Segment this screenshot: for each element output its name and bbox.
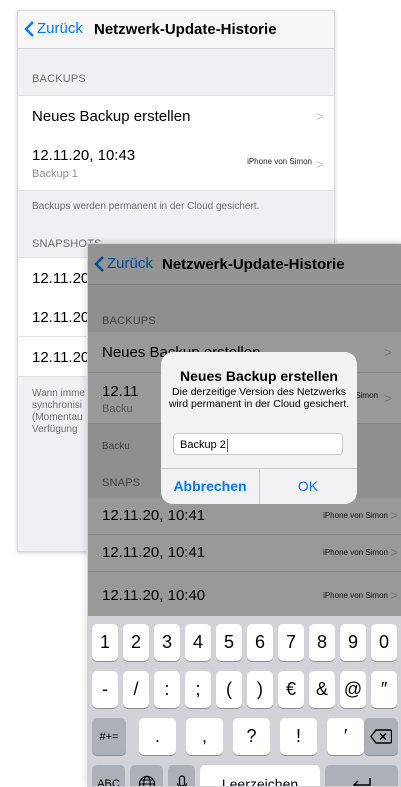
backup-name: Backup 1: [32, 168, 78, 180]
backspace-icon: [370, 729, 392, 744]
key-slash[interactable]: /: [123, 671, 149, 708]
nav-bar: Zurück Netzwerk-Update-Historie: [18, 11, 334, 49]
delete-key[interactable]: [364, 718, 398, 755]
new-backup-row[interactable]: Neues Backup erstellen >: [18, 95, 334, 139]
key-9[interactable]: 9: [340, 624, 366, 661]
backups-footer-note: Backups werden permanent in der Cloud ge…: [32, 201, 259, 213]
snapshots-footer-line: Wann imme: [32, 388, 85, 400]
dialog-message: Die derzeitige Version des Netzwerks wir…: [167, 386, 351, 410]
symbols-mode-key[interactable]: #+=: [92, 718, 126, 755]
return-key[interactable]: [325, 765, 398, 787]
snapshots-footer-line: (Momentau: [32, 412, 83, 424]
key-3[interactable]: 3: [154, 624, 180, 661]
chevron-left-icon: [24, 21, 35, 37]
key-prime[interactable]: ′: [327, 718, 364, 755]
page-title: Netzwerk-Update-Historie: [94, 21, 277, 38]
key-6[interactable]: 6: [247, 624, 273, 661]
key-double-prime[interactable]: ″: [371, 671, 397, 708]
key-2[interactable]: 2: [123, 624, 149, 661]
dictation-key[interactable]: [168, 765, 195, 787]
key-at[interactable]: @: [340, 671, 366, 708]
dialog-message-line: wird permanent in der Cloud gesichert.: [167, 398, 351, 410]
key-question[interactable]: ?: [233, 718, 270, 755]
return-icon: [351, 777, 373, 787]
key-open-paren[interactable]: (: [216, 671, 242, 708]
snapshot-date: 12.11.20,: [32, 309, 93, 326]
key-euro[interactable]: €: [278, 671, 304, 708]
key-5[interactable]: 5: [216, 624, 242, 661]
snapshots-footer-line: synchronisi: [32, 400, 82, 412]
key-period[interactable]: .: [139, 718, 176, 755]
key-colon[interactable]: :: [154, 671, 180, 708]
snapshot-date: 12.11.20,: [32, 270, 93, 287]
backup-name-value: Backup 2: [180, 439, 226, 451]
dialog-title: Neues Backup erstellen: [161, 368, 357, 384]
key-8[interactable]: 8: [309, 624, 335, 661]
key-0[interactable]: 0: [371, 624, 397, 661]
keyboard: 1 2 3 4 5 6 7 8 9 0 - / : ; ( ) € & @ ″ …: [88, 616, 401, 786]
back-label: Zurück: [37, 20, 83, 37]
key-semicolon[interactable]: ;: [185, 671, 211, 708]
snapshot-date: 12.11.20,: [32, 349, 93, 366]
new-backup-dialog: Neues Backup erstellen Die derzeitige Ve…: [161, 352, 357, 504]
backup-date: 12.11.20, 10:43: [32, 147, 135, 164]
backup-name-input[interactable]: Backup 2: [173, 433, 343, 455]
text-caret: [227, 439, 228, 452]
key-hyphen[interactable]: -: [92, 671, 118, 708]
backups-section-header: BACKUPS: [32, 73, 86, 85]
globe-icon: [138, 775, 156, 787]
key-1[interactable]: 1: [92, 624, 118, 661]
cancel-button[interactable]: Abbrechen: [161, 468, 259, 504]
foreground-screenshot: Zurück Netzwerk-Update-Historie BACKUPS …: [87, 243, 401, 787]
globe-key[interactable]: [130, 765, 163, 787]
abc-key[interactable]: ABC: [92, 765, 125, 787]
key-ampersand[interactable]: &: [309, 671, 335, 708]
key-4[interactable]: 4: [185, 624, 211, 661]
dialog-message-line: Die derzeitige Version des Netzwerks: [167, 386, 351, 398]
backup-row[interactable]: 12.11.20, 10:43 Backup 1 iPhone von Simo…: [18, 138, 334, 191]
chevron-right-icon: >: [316, 156, 324, 172]
backup-device: iPhone von Simon: [247, 157, 312, 166]
new-backup-label: Neues Backup erstellen: [32, 108, 190, 125]
key-exclamation[interactable]: !: [280, 718, 317, 755]
space-key[interactable]: Leerzeichen: [200, 765, 320, 787]
snapshots-footer-line: Verfügung: [32, 424, 78, 436]
key-close-paren[interactable]: ): [247, 671, 273, 708]
key-comma[interactable]: ,: [186, 718, 223, 755]
microphone-icon: [176, 775, 188, 787]
ok-button[interactable]: OK: [259, 468, 357, 504]
key-7[interactable]: 7: [278, 624, 304, 661]
chevron-right-icon: >: [316, 108, 324, 124]
back-button[interactable]: Zurück: [24, 20, 83, 37]
